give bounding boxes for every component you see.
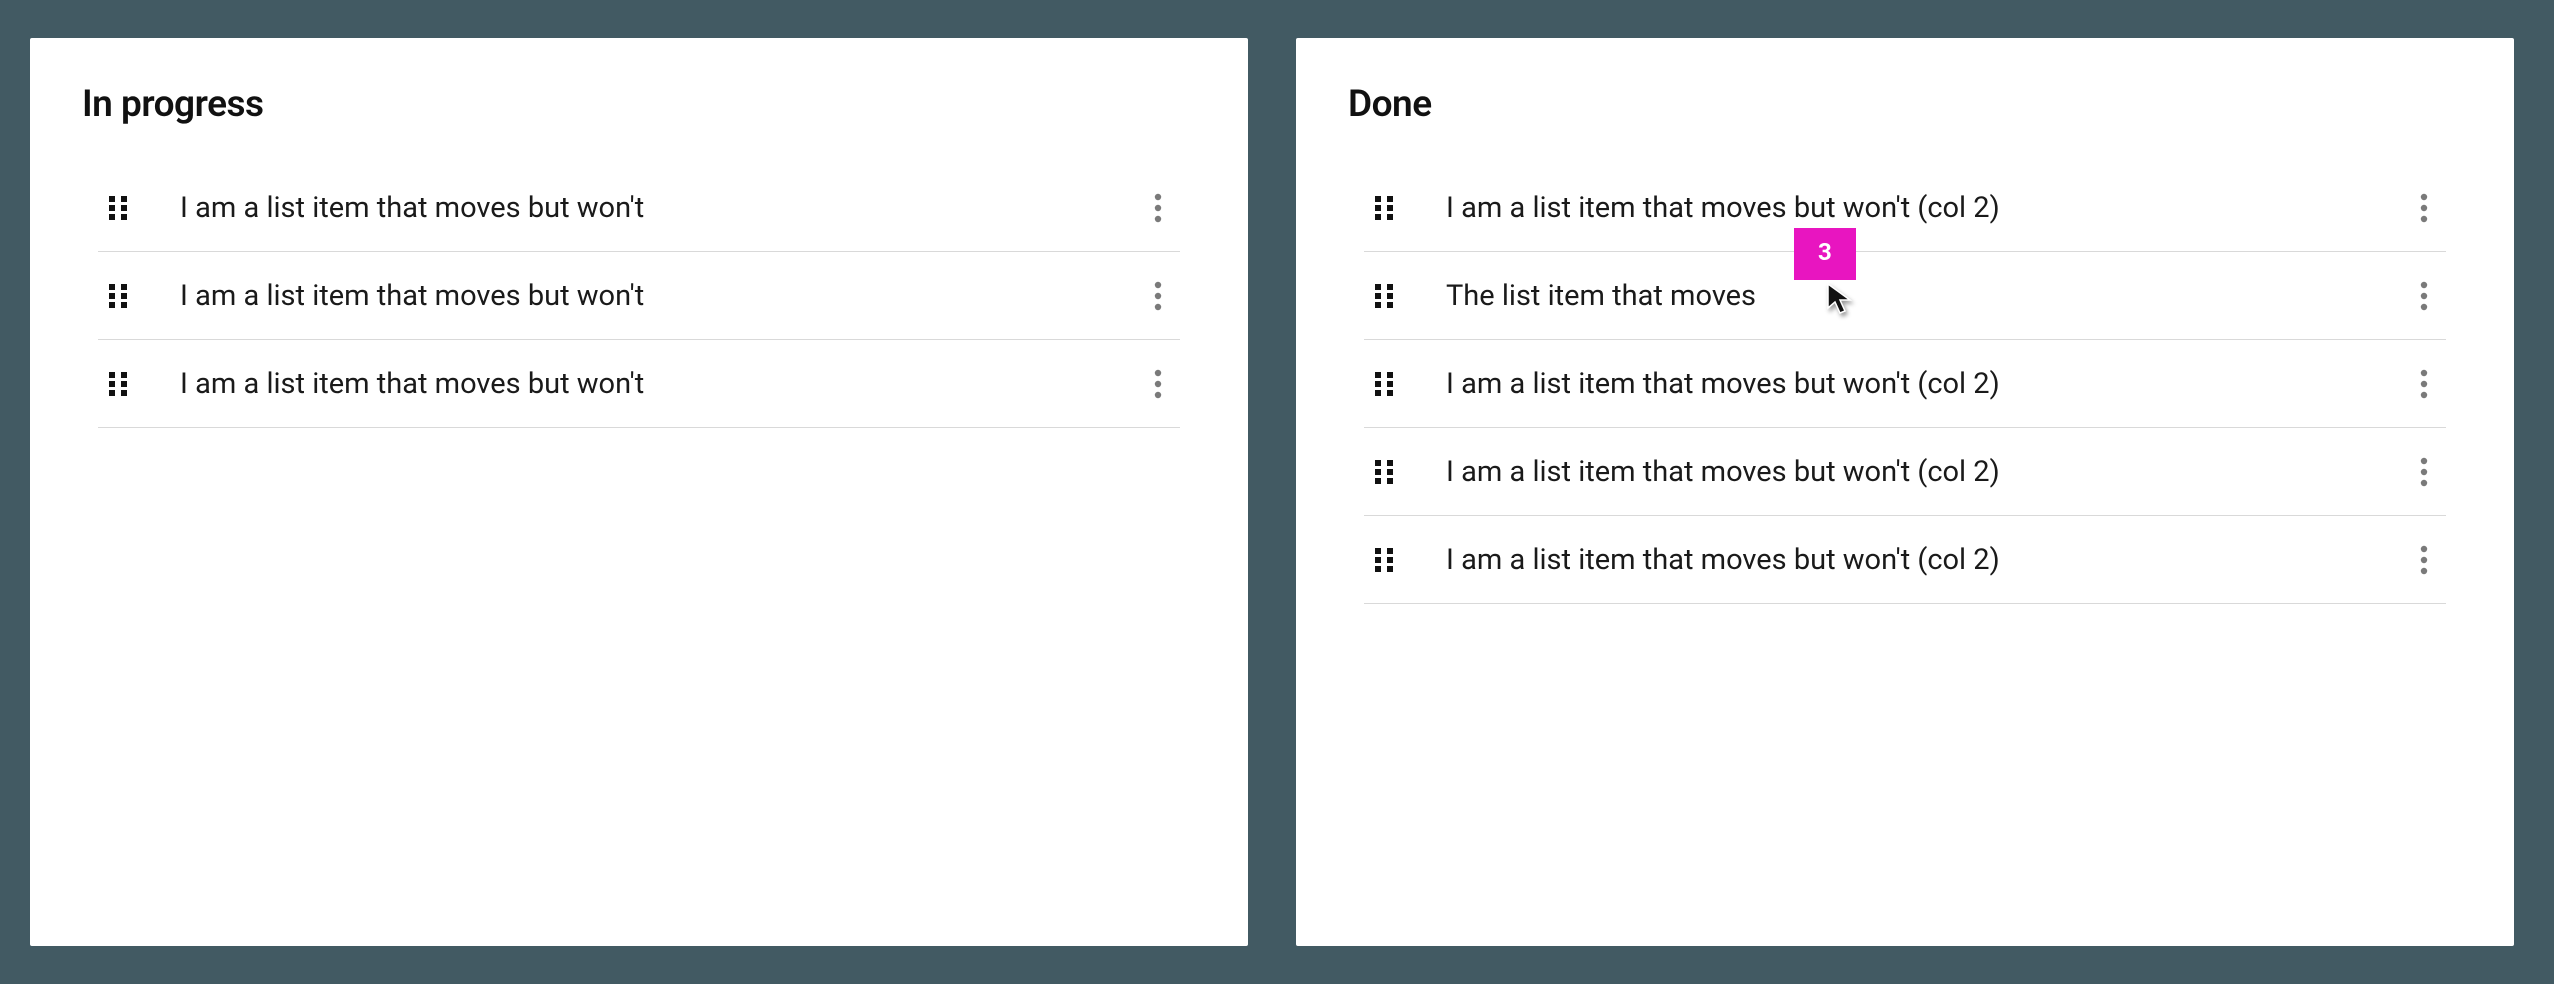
kebab-icon[interactable] [2402,281,2446,311]
list-item[interactable]: I am a list item that moves but won't [98,252,1180,340]
column-title: In progress [82,83,1196,126]
kebab-icon[interactable] [1136,193,1180,223]
kebab-icon[interactable] [1136,281,1180,311]
drag-handle-icon[interactable] [98,196,138,220]
list-in-progress: I am a list item that moves but won't I … [82,164,1196,428]
list-item[interactable]: I am a list item that moves but won't (c… [1364,340,2446,428]
drag-handle-icon[interactable] [98,284,138,308]
drag-handle-icon[interactable] [1364,196,1404,220]
list-item-label: I am a list item that moves but won't (c… [1404,191,2402,225]
list-item-label: I am a list item that moves but won't (c… [1404,455,2402,489]
column-in-progress: In progress I am a list item that moves … [30,38,1248,946]
drag-handle-icon[interactable] [1364,284,1404,308]
drag-handle-icon[interactable] [1364,460,1404,484]
list-item-label: The list item that moves [1404,279,2402,313]
list-item-label: I am a list item that moves but won't [138,279,1136,313]
list-item[interactable]: I am a list item that moves but won't [98,340,1180,428]
list-item[interactable]: I am a list item that moves but won't (c… [1364,164,2446,252]
kebab-icon[interactable] [2402,545,2446,575]
column-title: Done [1348,83,2462,126]
list-item-label: I am a list item that moves but won't [138,191,1136,225]
annotation-badge: 3 [1794,228,1856,280]
column-done: Done I am a list item that moves but won… [1296,38,2514,946]
list-done: I am a list item that moves but won't (c… [1348,164,2462,604]
list-item-label: I am a list item that moves but won't (c… [1404,543,2402,577]
list-item[interactable]: I am a list item that moves but won't [98,164,1180,252]
list-item[interactable]: The list item that moves 3 [1364,252,2446,340]
drag-handle-icon[interactable] [98,372,138,396]
list-item[interactable]: I am a list item that moves but won't (c… [1364,516,2446,604]
kebab-icon[interactable] [2402,369,2446,399]
cursor-icon [1826,282,1854,320]
drag-handle-icon[interactable] [1364,372,1404,396]
kebab-icon[interactable] [1136,369,1180,399]
list-item-label: I am a list item that moves but won't [138,367,1136,401]
kebab-icon[interactable] [2402,457,2446,487]
list-item-label: I am a list item that moves but won't (c… [1404,367,2402,401]
list-item[interactable]: I am a list item that moves but won't (c… [1364,428,2446,516]
kebab-icon[interactable] [2402,193,2446,223]
drag-handle-icon[interactable] [1364,548,1404,572]
